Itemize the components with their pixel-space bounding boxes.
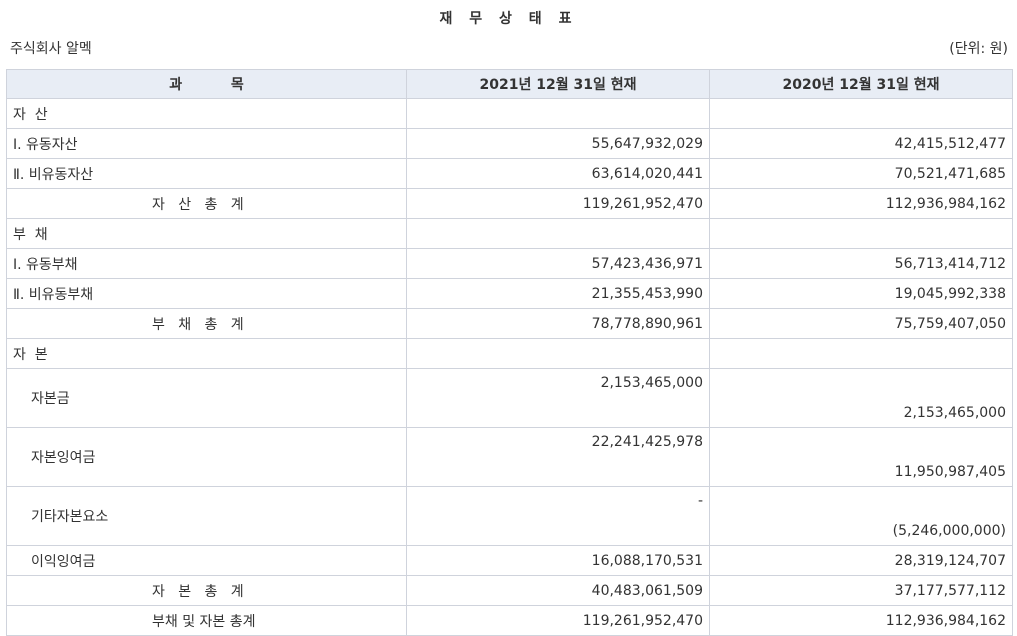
value-2021: 78,778,890,961: [406, 308, 710, 339]
value-2021: 119,261,952,470: [406, 605, 710, 636]
value-2020: 75,759,407,050: [709, 308, 1013, 339]
value-2020: 112,936,984,162: [709, 188, 1013, 219]
header-2020: 2020년 12월 31일 현재: [709, 69, 1013, 99]
value-2020: 28,319,124,707: [709, 545, 1013, 576]
value-2021: 2,153,465,000: [406, 368, 710, 428]
company-name: 주식회사 알멕: [10, 41, 92, 57]
unit-label: (단위: 원): [949, 41, 1008, 57]
value-2020: 112,936,984,162: [709, 605, 1013, 636]
row-label: 자 산 총 계: [6, 188, 407, 219]
value-2020: 2,153,465,000: [709, 368, 1013, 428]
value-2020: (5,246,000,000): [709, 486, 1013, 546]
row-label: 기타자본요소: [6, 486, 407, 546]
row-label: Ⅱ. 비유동부채: [6, 278, 407, 309]
row-label: 자 본 총 계: [6, 575, 407, 606]
value-2021: 16,088,170,531: [406, 545, 710, 576]
row-label: 부채 및 자본 총계: [6, 605, 407, 636]
header-row: 과 목 2021년 12월 31일 현재 2020년 12월 31일 현재: [6, 69, 1013, 99]
row-label: 이익잉여금: [6, 545, 407, 576]
row-label: 자본잉여금: [6, 427, 407, 487]
value-2021: 63,614,020,441: [406, 158, 710, 189]
value-2021: [406, 218, 710, 249]
row-label: 자 산: [6, 98, 407, 129]
header-account: 과 목: [6, 69, 407, 99]
value-2021: 21,355,453,990: [406, 278, 710, 309]
value-2020: [709, 218, 1013, 249]
table-row-total: 부채 및 자본 총계 119,261,952,470 112,936,984,1…: [6, 605, 1013, 636]
table-row: 자본잉여금 22,241,425,978 11,950,987,405: [6, 427, 1013, 487]
value-2021: 22,241,425,978: [406, 427, 710, 487]
value-2020: 19,045,992,338: [709, 278, 1013, 309]
value-2020: [709, 338, 1013, 369]
value-2021: [406, 98, 710, 129]
table-row: Ⅰ. 유동부채 57,423,436,971 56,713,414,712: [6, 248, 1013, 279]
value-2020: 11,950,987,405: [709, 427, 1013, 487]
table-row: 부 채: [6, 218, 1013, 249]
row-label: 부 채: [6, 218, 407, 249]
row-label: 부 채 총 계: [6, 308, 407, 339]
table-row: 이익잉여금 16,088,170,531 28,319,124,707: [6, 545, 1013, 576]
statement-title: 재 무 상 태 표: [439, 11, 578, 27]
value-2020: 70,521,471,685: [709, 158, 1013, 189]
row-label: 자 본: [6, 338, 407, 369]
table-row: 자 산: [6, 98, 1013, 129]
table-row: Ⅱ. 비유동부채 21,355,453,990 19,045,992,338: [6, 278, 1013, 309]
row-label: Ⅰ. 유동자산: [6, 128, 407, 159]
value-2021: 55,647,932,029: [406, 128, 710, 159]
value-2020: 56,713,414,712: [709, 248, 1013, 279]
value-2020: [709, 98, 1013, 129]
value-2021: 57,423,436,971: [406, 248, 710, 279]
value-2021: [406, 338, 710, 369]
value-2021: 119,261,952,470: [406, 188, 710, 219]
table-row: Ⅰ. 유동자산 55,647,932,029 42,415,512,477: [6, 128, 1013, 159]
table-row: 자 본: [6, 338, 1013, 369]
table-row: Ⅱ. 비유동자산 63,614,020,441 70,521,471,685: [6, 158, 1013, 189]
table-row-total: 자 산 총 계 119,261,952,470 112,936,984,162: [6, 188, 1013, 219]
value-2020: 42,415,512,477: [709, 128, 1013, 159]
value-2021: -: [406, 486, 710, 546]
value-2020: 37,177,577,112: [709, 575, 1013, 606]
balance-sheet-table: 과 목 2021년 12월 31일 현재 2020년 12월 31일 현재 자 …: [6, 69, 1013, 636]
header-2021: 2021년 12월 31일 현재: [406, 69, 710, 99]
table-row: 자본금 2,153,465,000 2,153,465,000: [6, 368, 1013, 428]
row-label: Ⅱ. 비유동자산: [6, 158, 407, 189]
table-row-total: 부 채 총 계 78,778,890,961 75,759,407,050: [6, 308, 1013, 339]
table-row: 기타자본요소 - (5,246,000,000): [6, 486, 1013, 546]
row-label: Ⅰ. 유동부채: [6, 248, 407, 279]
value-2021: 40,483,061,509: [406, 575, 710, 606]
table-row-total: 자 본 총 계 40,483,061,509 37,177,577,112: [6, 575, 1013, 606]
row-label: 자본금: [6, 368, 407, 428]
